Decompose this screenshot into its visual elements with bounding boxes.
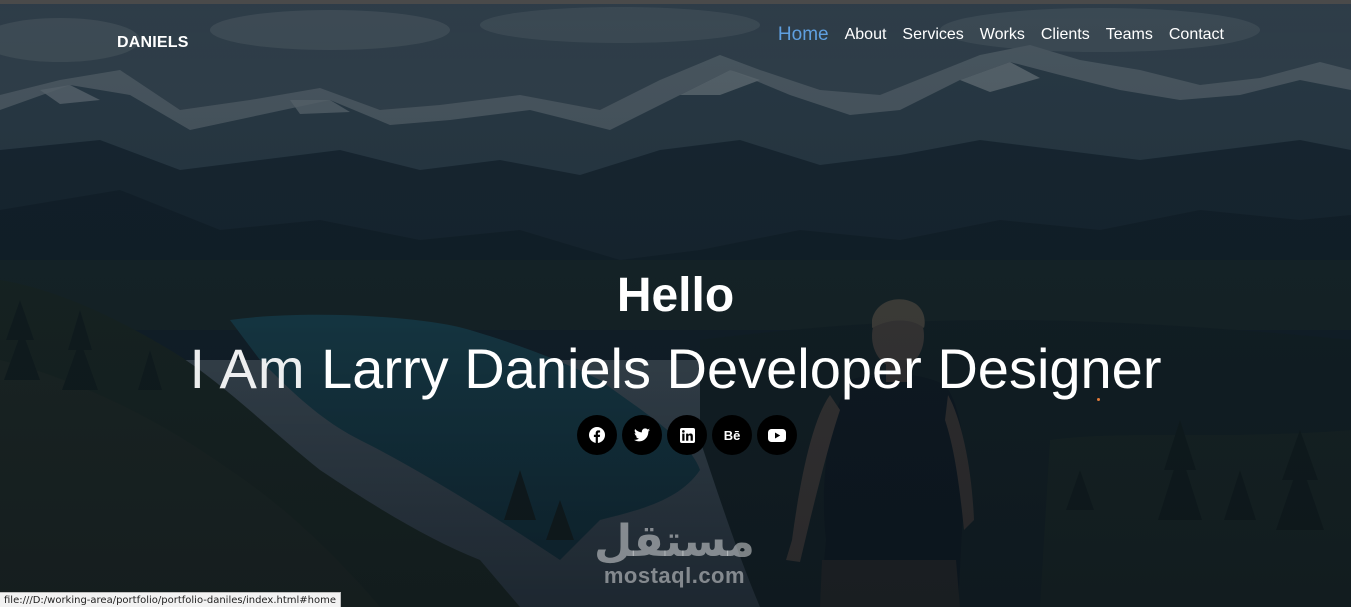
hero-intro: I Am xyxy=(189,337,306,400)
browser-top-border xyxy=(0,0,1351,4)
twitter-link[interactable] xyxy=(622,415,662,455)
nav-works[interactable]: Works xyxy=(980,26,1025,44)
mostaql-watermark: مستقل mostaql.com xyxy=(594,520,755,588)
facebook-icon xyxy=(589,427,605,443)
behance-icon: Bē xyxy=(723,427,741,443)
nav-about[interactable]: About xyxy=(845,26,887,44)
nav-clients[interactable]: Clients xyxy=(1041,26,1090,44)
main-nav: Home About Services Works Clients Teams … xyxy=(778,24,1224,46)
brand-logo[interactable]: DANIELS xyxy=(117,34,189,52)
watermark-latin: mostaql.com xyxy=(603,563,746,588)
watermark-arabic: مستقل xyxy=(594,516,755,567)
browser-status-url: file:///D:/working-area/portfolio/portfo… xyxy=(0,592,342,607)
social-links: Bē xyxy=(577,415,797,455)
linkedin-link[interactable] xyxy=(667,415,707,455)
typing-cursor xyxy=(1097,398,1100,401)
youtube-link[interactable] xyxy=(757,415,797,455)
nav-home[interactable]: Home xyxy=(778,24,829,46)
hero-tagline: I Am Larry Daniels Developer Designer xyxy=(0,336,1351,401)
linkedin-icon xyxy=(679,427,695,443)
youtube-icon xyxy=(768,428,786,442)
hero-typed-text: Larry Daniels Developer Designer xyxy=(321,337,1162,400)
hero-greeting: Hello xyxy=(616,269,735,322)
twitter-icon xyxy=(634,428,650,442)
nav-teams[interactable]: Teams xyxy=(1106,26,1153,44)
hero-section: DANIELS Home About Services Works Client… xyxy=(0,0,1351,607)
nav-services[interactable]: Services xyxy=(902,26,963,44)
nav-contact[interactable]: Contact xyxy=(1169,26,1224,44)
behance-link[interactable]: Bē xyxy=(712,415,752,455)
facebook-link[interactable] xyxy=(577,415,617,455)
